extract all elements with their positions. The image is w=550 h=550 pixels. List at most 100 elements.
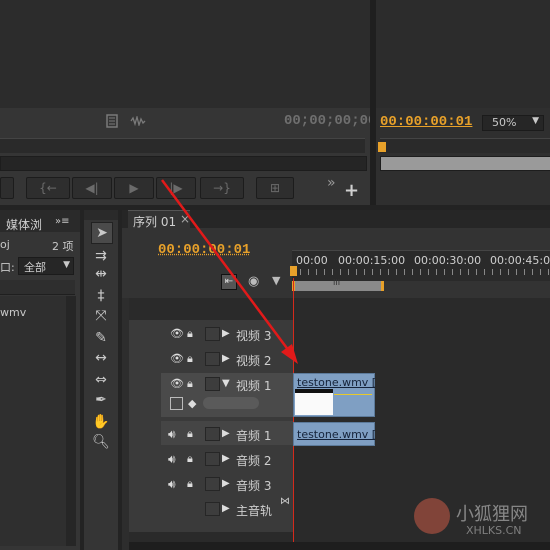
ruler-tick-label: 00:00 [296, 254, 328, 267]
project-scrollbar[interactable] [66, 296, 76, 546]
expand-track-icon[interactable]: ▶ [222, 353, 230, 364]
in-select-value: 全部 [24, 259, 46, 275]
slip-tool-icon[interactable]: ↔ [91, 348, 111, 368]
program-time-ruler[interactable] [380, 138, 550, 153]
marker-icon[interactable]: ◉ [248, 274, 259, 289]
track-label: 视频 2 [236, 352, 271, 369]
video-clip-label: testone.wmv [视 [297, 374, 375, 390]
media-browser-tab[interactable]: 媒体浏 [6, 216, 42, 233]
rate-stretch-tool-icon[interactable]: ⤧ [91, 306, 111, 326]
expand-track-icon[interactable]: ▶ [222, 453, 230, 464]
sync-lock-toggle[interactable] [205, 352, 220, 366]
program-timecode[interactable]: 00:00:00:01 [380, 114, 472, 130]
collapse-track-icon[interactable]: ▼ [222, 378, 230, 389]
program-video-area [376, 0, 550, 108]
in-select[interactable]: 全部 ▼ [18, 257, 74, 275]
source-timecode[interactable]: 00;00;00;00 [284, 113, 376, 129]
lock-icon[interactable]: 🔒︎ [187, 427, 193, 441]
audio-clip[interactable]: testone.wmv [音 [293, 422, 375, 446]
expand-track-icon[interactable]: ▶ [222, 478, 230, 489]
audio-waveform-icon[interactable] [130, 116, 146, 126]
program-scrub-bar[interactable] [380, 156, 550, 171]
display-style-icon[interactable] [170, 397, 183, 410]
pen-tool-icon[interactable]: ✒ [91, 390, 111, 410]
source-scrub-bar[interactable] [0, 156, 367, 171]
track-label: 音频 1 [236, 427, 271, 444]
project-list-item[interactable]: wmv [0, 306, 26, 319]
ruler-tick-label: 00:00:15:00 [338, 254, 405, 267]
sequence-timecode[interactable]: 00:00:00:01 [158, 242, 250, 258]
timeline-playhead-icon[interactable] [290, 266, 297, 276]
add-button-icon[interactable]: + [344, 180, 359, 201]
in-label: 口: [0, 259, 15, 275]
track-label: 音频 3 [236, 477, 271, 494]
program-playhead-icon[interactable] [378, 142, 386, 152]
step-forward-button[interactable]: |▶ [156, 177, 196, 199]
video-clip[interactable]: testone.wmv [视 [293, 373, 375, 417]
video-thumbnail [295, 389, 333, 415]
video-clip-opacity-line [334, 394, 372, 395]
watermark: 小狐狸网 XHLKS.CN [410, 496, 550, 550]
sequence-tab[interactable]: 序列 01 × [128, 210, 190, 229]
insert-button[interactable]: ⊞ [256, 177, 294, 199]
step-back-button[interactable]: ◀| [72, 177, 112, 199]
eye-icon[interactable]: 👁︎ [170, 377, 184, 390]
work-area-bar[interactable]: III [292, 281, 384, 291]
keyframe-nav[interactable] [203, 397, 259, 409]
speaker-icon[interactable]: 🔊︎ [168, 452, 176, 467]
source-time-ruler[interactable] [0, 138, 365, 153]
work-area-grip: III [333, 278, 340, 287]
track-label: 主音轨 [236, 502, 272, 519]
project-panel: 媒体浏 »≡ oj 2 项 口: 全部 ▼ wmv [0, 210, 80, 550]
sync-lock-toggle[interactable] [205, 502, 220, 516]
play-button[interactable]: ▶ [114, 177, 154, 199]
rolling-edit-tool-icon[interactable]: ‡ [91, 286, 111, 306]
keyframe-icon[interactable]: ◆ [188, 397, 196, 410]
step-forward-to-out-button[interactable]: →} [200, 177, 244, 199]
sync-lock-toggle[interactable] [205, 477, 220, 491]
fox-logo-icon [414, 498, 450, 534]
chevron-down-icon: ▼ [63, 260, 70, 270]
lock-icon[interactable]: 🔒︎ [187, 377, 193, 391]
close-icon[interactable]: × [180, 212, 190, 226]
film-icon[interactable] [106, 114, 118, 128]
track-select-tool-icon[interactable]: ⇉ [91, 246, 111, 266]
source-video-area [0, 0, 370, 108]
project-name: oj [0, 238, 10, 251]
eye-icon[interactable]: 👁︎ [170, 352, 184, 365]
zoom-tool-icon[interactable]: 🔍︎ [91, 432, 111, 452]
lock-icon[interactable]: 🔒︎ [187, 477, 193, 491]
set-marker-icon[interactable]: ▼ [272, 274, 280, 287]
tools-header [84, 210, 118, 220]
timeline-ruler[interactable]: 00:00 00:00:15:00 00:00:30:00 00:00:45:0… [292, 250, 550, 281]
slide-tool-icon[interactable]: ⇔ [91, 370, 111, 390]
ripple-edit-tool-icon[interactable]: ⇹ [91, 264, 111, 284]
lock-icon[interactable]: 🔒︎ [187, 352, 193, 366]
lock-icon[interactable]: 🔒︎ [187, 327, 193, 341]
selection-tool-icon[interactable]: ➤ [91, 222, 113, 244]
expand-track-icon[interactable]: ▶ [222, 328, 230, 339]
ruler-tick-label: 00:00:45:00 [490, 254, 550, 267]
zoom-select[interactable]: 50% ▼ [482, 115, 544, 131]
sync-lock-toggle[interactable] [205, 377, 220, 391]
expand-track-icon[interactable]: ▶ [222, 503, 230, 514]
track-label: 视频 3 [236, 327, 271, 344]
more-controls-icon[interactable]: » [327, 175, 336, 191]
sync-lock-toggle[interactable] [205, 427, 220, 441]
project-list-header [0, 280, 75, 295]
partial-button[interactable] [0, 177, 14, 199]
speaker-icon[interactable]: 🔊︎ [168, 427, 176, 442]
tools-panel: ➤ ⇉ ⇹ ‡ ⤧ ✎ ↔ ⇔ ✒ ✋ 🔍︎ [84, 210, 118, 550]
speaker-icon[interactable]: 🔊︎ [168, 477, 176, 492]
panel-menu-icon[interactable]: »≡ [55, 216, 70, 227]
sync-lock-toggle[interactable] [205, 327, 220, 341]
eye-icon[interactable]: 👁︎ [170, 327, 184, 340]
step-back-to-in-button[interactable]: {← [26, 177, 70, 199]
expand-track-icon[interactable]: ▶ [222, 428, 230, 439]
razor-tool-icon[interactable]: ✎ [91, 328, 111, 348]
sync-lock-toggle[interactable] [205, 452, 220, 466]
lock-icon[interactable]: 🔒︎ [187, 452, 193, 466]
snap-icon[interactable]: ⇤ [221, 274, 237, 290]
hand-tool-icon[interactable]: ✋ [91, 412, 111, 432]
ruler-ticks [292, 269, 550, 275]
